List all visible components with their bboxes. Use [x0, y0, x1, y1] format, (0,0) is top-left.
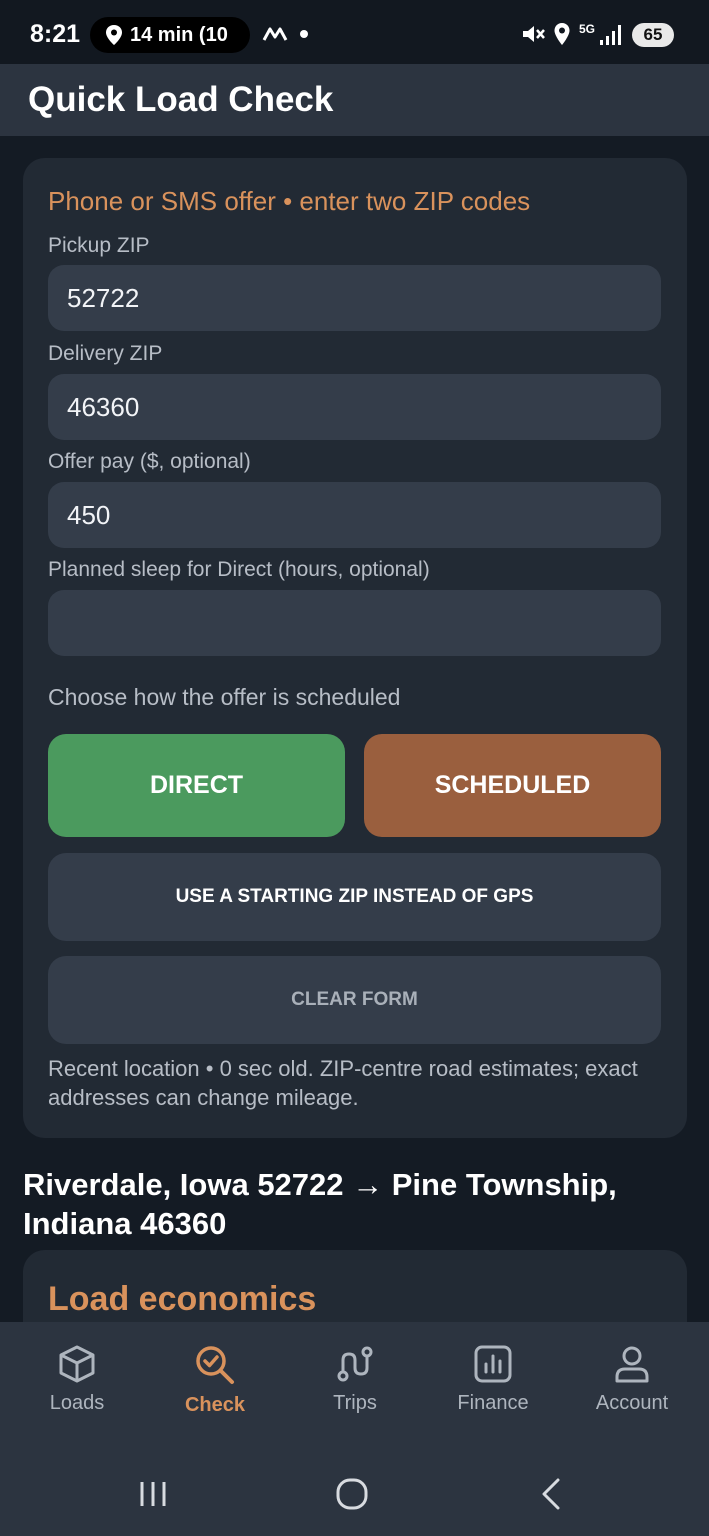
nav-label-finance: Finance — [457, 1392, 529, 1414]
navigation-pill[interactable]: 14 min (10 — [90, 17, 250, 53]
use-starting-zip-button[interactable]: USE A STARTING ZIP INSTEAD OF GPS — [48, 853, 661, 941]
page-title: Quick Load Check — [28, 80, 334, 119]
pickup-zip-label: Pickup ZIP — [48, 234, 150, 257]
nav-label-account: Account — [595, 1392, 669, 1414]
nav-item-finance[interactable]: Finance — [423, 1344, 563, 1434]
nav-label-trips: Trips — [333, 1392, 377, 1414]
system-navigation-bar — [0, 1444, 709, 1536]
location-note: Recent location • 0 sec old. ZIP-centre … — [48, 1056, 638, 1110]
status-time: 8:21 — [30, 20, 81, 48]
signal-icon — [600, 25, 621, 45]
planned-sleep-input[interactable] — [48, 590, 661, 656]
check-search-icon — [196, 1346, 234, 1384]
offer-pay-input[interactable] — [48, 482, 661, 548]
delivery-zip-input[interactable] — [48, 374, 661, 440]
mute-icon — [523, 26, 545, 42]
load-economics-title: Load economics — [48, 1280, 317, 1318]
app-bar: Quick Load Check — [0, 64, 709, 136]
nav-item-account[interactable]: Account — [562, 1344, 702, 1434]
delivery-zip-label: Delivery ZIP — [48, 342, 163, 365]
notification-dot — [300, 30, 308, 38]
recent-apps-icon[interactable] — [138, 1480, 168, 1508]
schedule-prompt: Choose how the offer is scheduled — [48, 684, 401, 710]
scheduled-button[interactable]: SCHEDULED — [364, 734, 661, 837]
route-title: Riverdale, Iowa 52722 → Pine Township, I… — [23, 1167, 617, 1241]
back-icon[interactable] — [540, 1478, 562, 1510]
navigation-pill-text: 14 min (10 — [130, 24, 228, 46]
battery-indicator: 65 — [632, 23, 674, 47]
route-icon — [337, 1346, 373, 1382]
nav-label-loads: Loads — [49, 1392, 105, 1414]
pickup-zip-input[interactable] — [48, 265, 661, 331]
bar-chart-icon — [474, 1345, 512, 1383]
form-heading: Phone or SMS offer • enter two ZIP codes — [48, 186, 531, 216]
nav-item-trips[interactable]: Trips — [285, 1344, 425, 1434]
location-icon — [554, 23, 570, 45]
offer-form-card: Phone or SMS offer • enter two ZIP codes… — [23, 158, 687, 1138]
planned-sleep-label: Planned sleep for Direct (hours, optiona… — [48, 558, 430, 581]
offer-pay-label: Offer pay ($, optional) — [48, 450, 251, 473]
person-icon — [615, 1346, 649, 1383]
cube-icon — [59, 1345, 95, 1383]
home-icon[interactable] — [336, 1478, 368, 1510]
bottom-navigation: Loads Check Trips Finance Account — [0, 1322, 709, 1444]
direct-button[interactable]: DIRECT — [48, 734, 345, 837]
clear-form-button[interactable]: CLEAR FORM — [48, 956, 661, 1044]
location-pin-icon — [106, 25, 122, 45]
nav-label-check: Check — [184, 1394, 246, 1416]
network-type: 5G — [579, 22, 596, 36]
nav-item-check[interactable]: Check — [145, 1344, 285, 1434]
nav-item-loads[interactable]: Loads — [7, 1344, 147, 1434]
app-notification-icon — [262, 27, 288, 41]
status-bar: 8:21 14 min (10 5G 65 — [0, 0, 709, 64]
